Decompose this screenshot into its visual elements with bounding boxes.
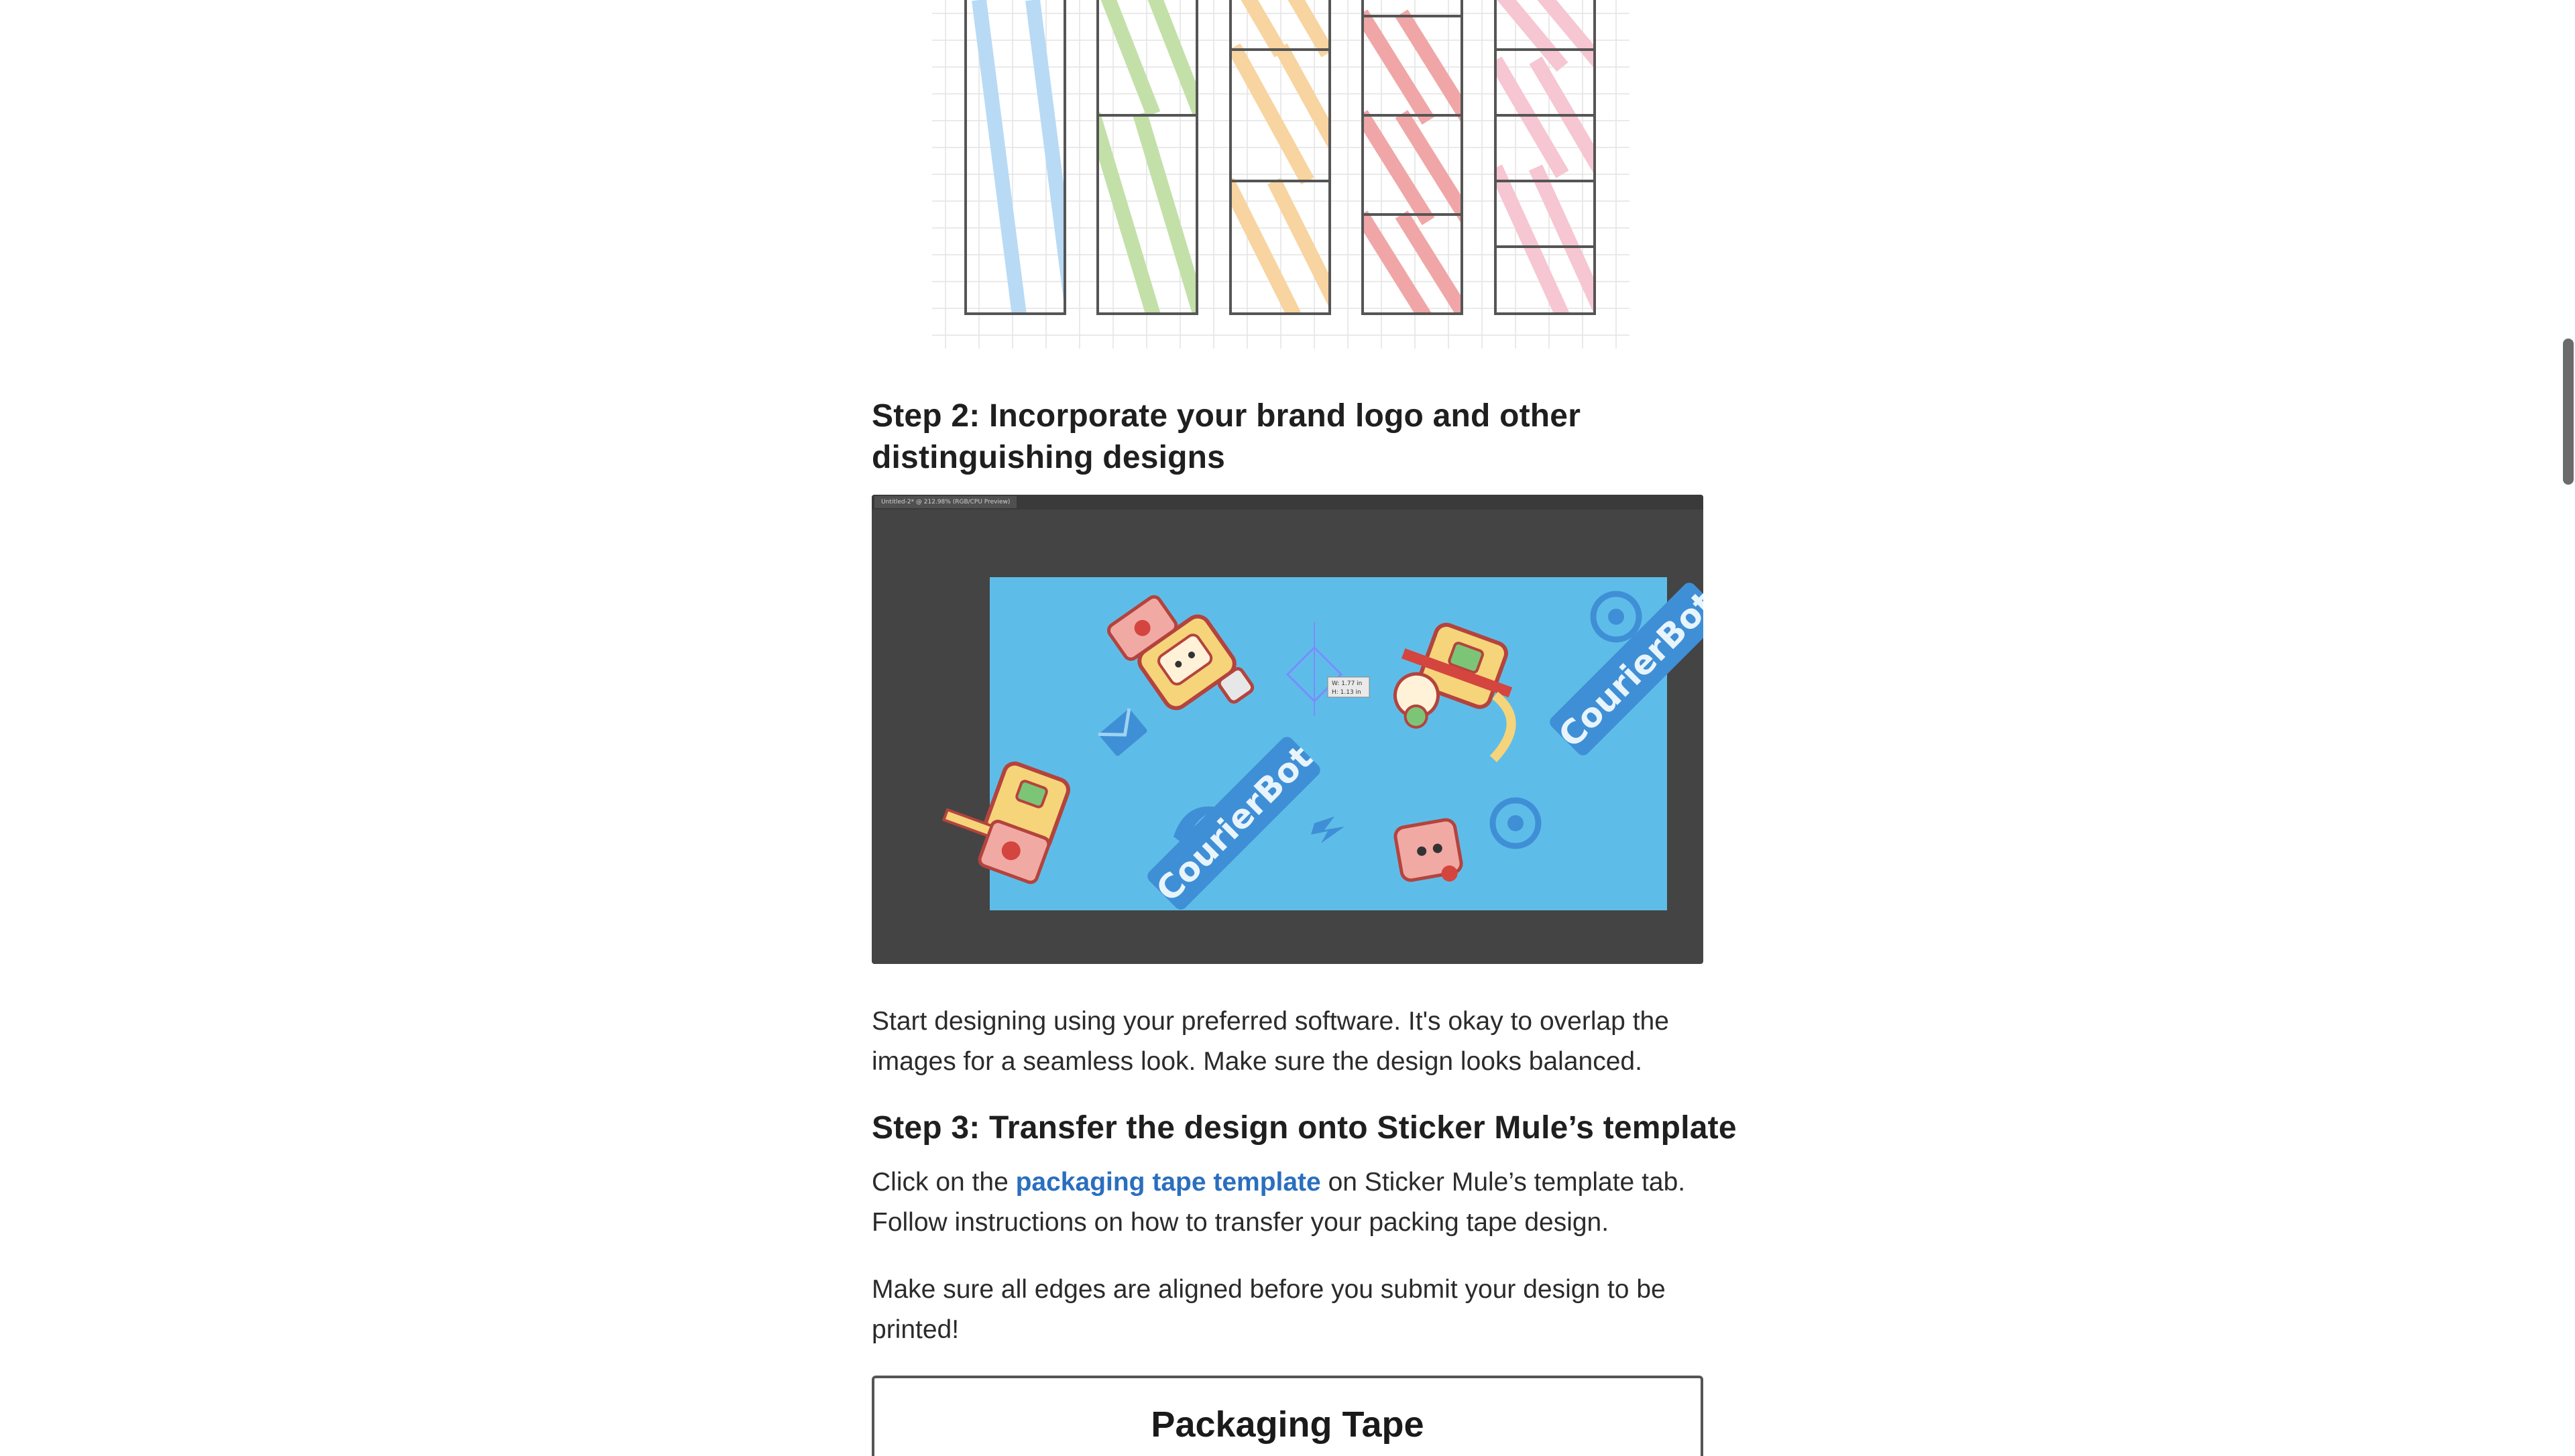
- packaging-tape-card: Packaging Tape: [872, 1376, 1703, 1456]
- orange-stripes: [1231, 0, 1330, 314]
- step-3-paragraph-suffix: on Sticker Mule’s template tab.: [1320, 1168, 1686, 1197]
- alignment-paragraph: Make sure all edges are aligned before y…: [872, 1270, 1690, 1350]
- alignment-paragraph-line1: Make sure all edges are aligned before y…: [872, 1275, 1666, 1304]
- pink-stripes: [1495, 0, 1595, 314]
- alignment-paragraph-line2: printed!: [872, 1315, 960, 1344]
- step-2-paragraph-line1: Start designing using your preferred sof…: [872, 1007, 1669, 1036]
- step-2-heading-line1: Step 2: Incorporate your brand logo and …: [872, 398, 1581, 434]
- step-2-paragraph-line2: images for a seamless look. Make sure th…: [872, 1047, 1642, 1076]
- packaging-tape-template-link[interactable]: packaging tape template: [1016, 1168, 1321, 1197]
- transform-readout-height: H: 1.13 in: [1332, 689, 1361, 696]
- page-scrollbar[interactable]: [2560, 0, 2575, 1447]
- packaging-tape-title: Packaging Tape: [1151, 1404, 1424, 1445]
- transform-readout-width: W: 1.77 in: [1332, 680, 1362, 687]
- step-3-paragraph-line2: Follow instructions on how to transfer y…: [872, 1208, 1609, 1237]
- step-3-heading: Step 3: Transfer the design onto Sticker…: [872, 1110, 1737, 1146]
- step-2-paragraph: Start designing using your preferred sof…: [872, 1002, 1690, 1082]
- editor-canvas: CourierBot CourierBot W: 1.77 in H: 1.13…: [941, 577, 1703, 910]
- blue-stripes: [972, 0, 1065, 314]
- step-2-heading-line2: distinguishing designs: [872, 440, 1226, 475]
- tape-grid-illustration: [932, 0, 1629, 349]
- step-3-paragraph: Click on the packaging tape template on …: [872, 1162, 1690, 1243]
- design-editor-screenshot: Untitled-2* @ 212.98% (RGB/CPU Preview) …: [872, 495, 1703, 964]
- scrollbar-thumb[interactable]: [2563, 339, 2574, 485]
- blue-artboard: [990, 577, 1667, 910]
- step-2-heading: Step 2: Incorporate your brand logo and …: [872, 396, 1581, 479]
- step-3-paragraph-prefix: Click on the: [872, 1168, 1016, 1197]
